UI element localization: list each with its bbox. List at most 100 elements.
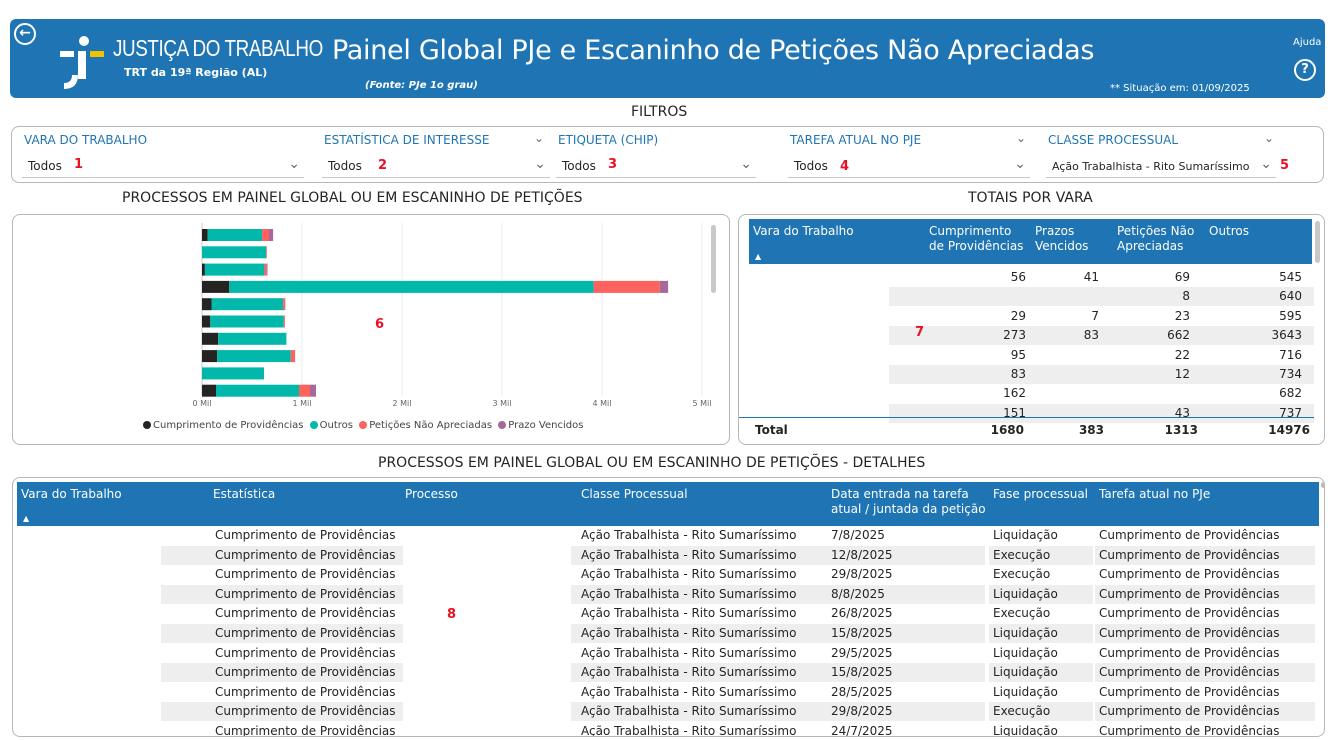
help-icon[interactable]: ? [1294,59,1316,81]
filter-vara-dropdown[interactable]: Todos ⌄ [22,154,304,178]
col-peticoes[interactable]: Petições Não Apreciadas [1117,224,1207,254]
table-row[interactable]: Cumprimento de Providências Ação Trabalhi… [13,663,1315,683]
bar-segment[interactable] [202,367,264,380]
sort-asc-icon[interactable]: ▲ [755,252,761,261]
table-cell: 22 [1174,347,1190,362]
table-row[interactable]: 8 640 [889,287,1314,307]
bar-segment[interactable] [202,315,211,328]
bar-segment[interactable] [229,280,594,293]
bar-segment[interactable] [204,263,265,276]
sort-asc-icon[interactable]: ▲ [23,514,29,523]
details-scrollbar[interactable] [1321,482,1324,488]
legend-dot-icon [359,421,368,429]
filter-estatistica-dropdown[interactable]: Todos ⌄ [322,154,550,178]
bar-segment[interactable] [290,350,296,363]
bar-segment[interactable] [202,246,266,259]
bar-segment[interactable] [217,350,291,363]
marker-4: 4 [840,159,850,174]
bar-segment[interactable] [202,384,216,397]
bar-segment[interactable] [202,350,218,363]
table-row[interactable]: Cumprimento de Providências Ação Trabalhi… [13,545,1315,565]
bar-segment[interactable] [299,384,310,397]
filter-etiqueta-dropdown[interactable]: Todos ⌄ [556,154,756,178]
legend-item-cp[interactable]: Cumprimento de Providências [143,420,303,431]
bar-segment[interactable] [659,280,669,293]
table-row[interactable]: Cumprimento de Providências Ação Trabalhi… [13,604,1313,623]
bar-segment[interactable] [283,315,285,328]
filter-classe-dropdown[interactable]: Ação Trabalhista - Rito Sumaríssimo ⌄ [1046,154,1276,178]
table-cell-classe: Ação Trabalhista - Rito Sumaríssimo [581,645,797,660]
bar-segment[interactable] [202,263,205,276]
table-cell-estatistica: Cumprimento de Providências [215,684,396,699]
total-outros: 14976 [1268,423,1310,437]
bar-segment[interactable] [262,229,269,241]
filter-tarefa-dropdown[interactable]: Todos ⌄ [788,154,1030,178]
col-outros[interactable]: Outros [1209,224,1249,239]
table-row[interactable]: Cumprimento de Providências Ação Trabalhi… [13,644,1313,663]
col-estatistica[interactable]: Estatística [213,487,275,502]
table-row[interactable]: 56 41 69 545 [889,268,1314,287]
table-row[interactable]: 83 12 734 [889,365,1314,384]
col-cumprimento[interactable]: Cumprimento de Providências [929,224,1025,254]
bar-segment[interactable] [202,298,212,311]
table-cell-tarefa: Cumprimento de Providências [1099,626,1280,640]
col-vara[interactable]: Vara do Trabalho [753,224,854,239]
totals-table: Vara do Trabalho ▲ Cumprimento de Providê… [738,214,1325,445]
chevron-down-icon[interactable]: ⌄ [1264,131,1274,145]
bar-segment[interactable] [218,332,287,345]
logo-subtitle: TRT da 19ª Região (AL) [124,66,268,79]
totals-title: TOTAIS POR VARA [968,190,1093,206]
bar-segment[interactable] [310,384,316,397]
table-cell-estatistica: Cumprimento de Providências [215,626,396,640]
table-row[interactable]: 29 7 23 595 [889,307,1314,326]
bar-segment[interactable] [593,280,660,293]
table-cell-fase: Execução [993,704,1051,719]
col-tarefa[interactable]: Tarefa atual no PJe [1099,487,1210,502]
chevron-down-icon: ⌄ [534,156,546,172]
table-cell-classe: Ação Trabalhista - Rito Sumaríssimo [581,606,797,621]
table-cell: 56 [1010,270,1026,284]
stacked-bar-chart[interactable]: 0 Mil 1 Mil 2 Mil 3 Mil 4 Mil 5 Mil [13,215,729,444]
table-row[interactable]: 273 83 662 3643 [889,326,1314,346]
bar-segment[interactable] [202,332,219,345]
bar-segment[interactable] [210,315,284,328]
table-row[interactable]: Cumprimento de Providências Ação Trabalhi… [13,683,1313,702]
table-cell: 545 [1279,270,1302,284]
bar-segment[interactable] [264,263,267,276]
table-row[interactable]: Cumprimento de Providências Ação Trabalhi… [13,565,1313,584]
bar-segment[interactable] [211,298,284,311]
bar-segment[interactable] [269,229,274,241]
table-row[interactable]: Cumprimento de Providências Ação Trabalhi… [13,702,1315,722]
col-data[interactable]: Data entrada na tarefa atual / juntada da… [831,487,986,517]
bar-segment[interactable] [283,298,286,311]
chevron-down-icon[interactable]: ⌄ [1016,131,1026,145]
bar-segment[interactable] [207,229,263,241]
col-vara[interactable]: Vara do Trabalho [21,487,122,502]
legend-item-outros[interactable]: Outros [309,420,353,431]
table-row[interactable]: Cumprimento de Providências Ação Trabalhi… [13,584,1315,604]
bar-segment[interactable] [266,246,267,259]
table-cell: 640 [1279,289,1302,304]
legend-item-pv[interactable]: Prazo Vencidos [498,420,583,431]
bar-segment[interactable] [266,263,268,276]
table-row[interactable]: Cumprimento de Providências Ação Trabalhi… [13,722,1313,736]
filter-etiqueta: ETIQUETA (CHIP) Todos ⌄ 3 [554,127,764,184]
bar-segment[interactable] [202,280,230,293]
table-row[interactable]: Cumprimento de Providências Ação Trabalhi… [13,624,1315,643]
col-prazos[interactable]: Prazos Vencidos [1035,224,1105,254]
table-cell-estatistica: Cumprimento de Providências [215,567,396,582]
bar-segment[interactable] [202,229,208,241]
col-fase[interactable]: Fase processual [993,487,1088,502]
marker-2: 2 [378,158,388,173]
table-row[interactable]: 95 22 716 [889,346,1314,365]
chevron-down-icon[interactable]: ⌄ [534,131,544,145]
col-processo[interactable]: Processo [405,487,458,502]
bar-segment[interactable] [216,384,299,397]
chart-scrollbar[interactable] [711,225,716,293]
table-row[interactable]: 162 682 [889,384,1314,403]
back-arrow-icon[interactable]: ← [14,23,36,45]
col-classe[interactable]: Classe Processual [581,487,688,502]
legend-item-pna[interactable]: Petições Não Apreciadas [359,420,492,431]
totals-scrollbar[interactable] [1315,221,1320,263]
table-row[interactable]: Cumprimento de Providências Ação Trabalhi… [13,526,1313,545]
